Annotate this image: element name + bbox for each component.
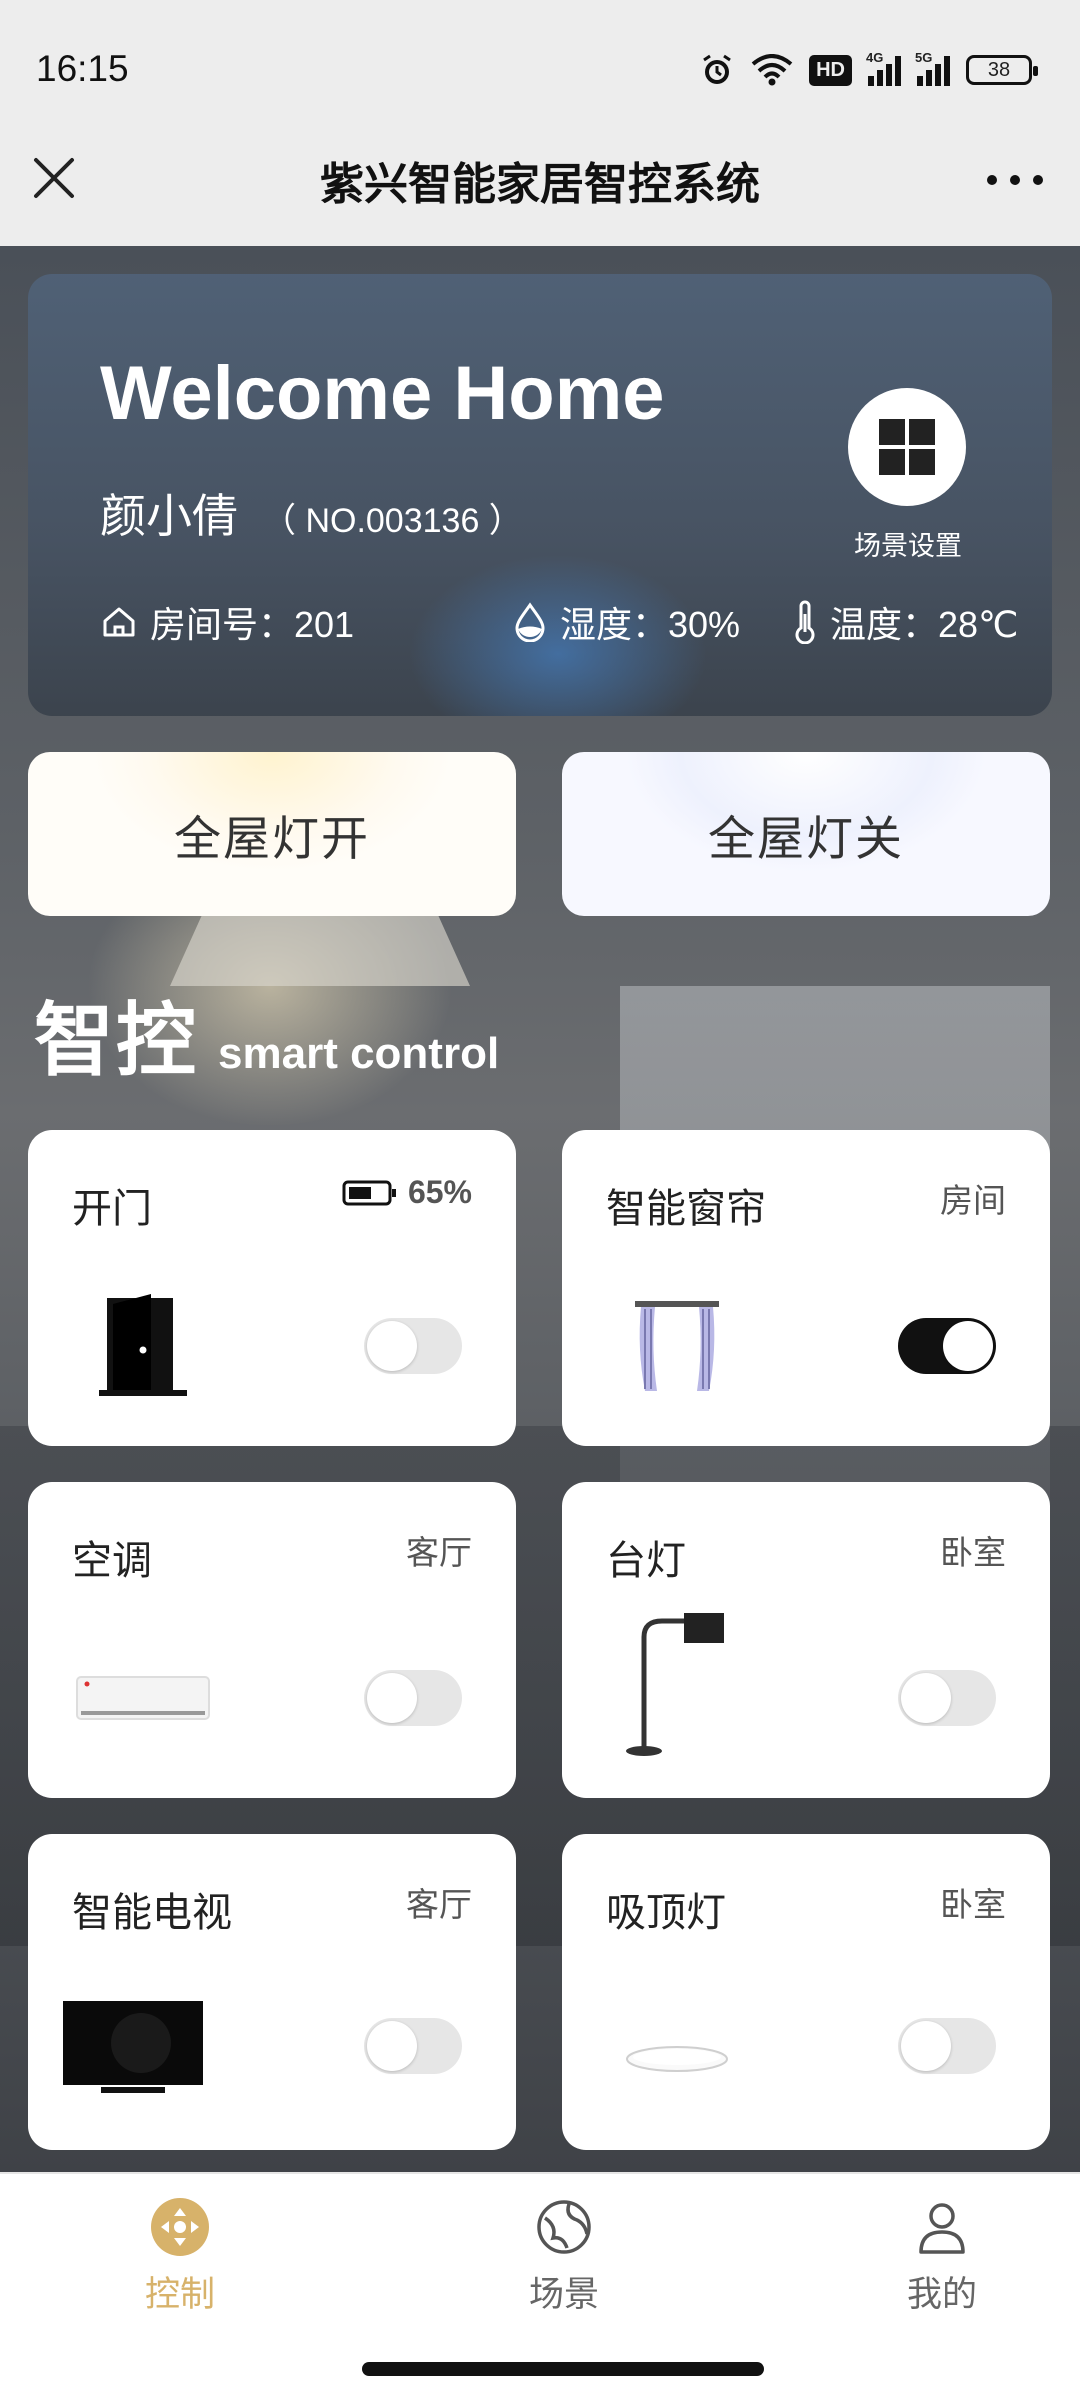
more-button[interactable] (980, 160, 1050, 200)
device-name: 空调 (72, 1539, 152, 1583)
door-battery-value: 65% (407, 1174, 472, 1210)
ac-toggle[interactable] (364, 1670, 462, 1726)
user-line: 颜小倩 （ NO.003136 ） (100, 480, 523, 546)
nav-control[interactable]: 控制 (80, 2196, 280, 2336)
grid-icon (879, 419, 935, 475)
battery-level-icon (342, 1180, 396, 1205)
alarm-icon (699, 52, 735, 88)
device-card-curtain[interactable]: 智能窗帘 房间 (562, 1130, 1050, 1446)
nav-profile-label: 我的 (906, 2275, 977, 2314)
more-dots-icon (986, 175, 997, 185)
bottom-nav: 控制 场景 我的 (0, 2172, 1080, 2400)
battery-icon: 38 (966, 55, 1038, 85)
user-number: （ NO.003136 ） (262, 502, 523, 540)
user-name: 颜小倩 (100, 490, 238, 542)
all-lights-off-button[interactable]: 全屋灯关 (562, 752, 1050, 916)
device-name: 智能窗帘 (606, 1187, 766, 1231)
temperature-info: 温度：28℃ (792, 596, 1018, 648)
device-card-ceiling-light[interactable]: 吸顶灯 卧室 (562, 1834, 1050, 2150)
nav-scene[interactable]: 场景 (464, 2196, 664, 2336)
device-name: 开门 (72, 1187, 152, 1231)
wifi-icon (751, 54, 793, 86)
room-info: 房间号：201 (100, 596, 354, 648)
control-icon (151, 2198, 209, 2256)
door-battery-indicator: 65% (342, 1174, 472, 1211)
humidity-value: 湿度：30% (560, 604, 741, 645)
temperature-value: 温度：28℃ (830, 604, 1019, 645)
water-drop-icon (515, 602, 545, 642)
home-icon (103, 607, 135, 637)
device-location: 房间 (940, 1182, 1006, 1219)
all-lights-off-label: 全屋灯关 (708, 811, 904, 865)
curtain-toggle[interactable] (898, 1318, 996, 1374)
door-toggle[interactable] (364, 1318, 462, 1374)
home-indicator[interactable] (362, 2362, 764, 2376)
all-lights-on-button[interactable]: 全屋灯开 (28, 752, 516, 916)
nav-profile[interactable]: 我的 (842, 2196, 1042, 2336)
device-card-desk-lamp[interactable]: 台灯 卧室 (562, 1482, 1050, 1798)
door-icon (68, 1280, 218, 1410)
device-location: 卧室 (940, 1886, 1006, 1923)
desk-lamp-icon (602, 1602, 752, 1762)
scene-icon (537, 2200, 591, 2254)
device-card-tv[interactable]: 智能电视 客厅 (28, 1834, 516, 2150)
section-heading: 智控 smart control (34, 976, 499, 1092)
device-card-ac[interactable]: 空调 客厅 (28, 1482, 516, 1798)
page-title: 紫兴智能家居智控系统 (320, 160, 760, 209)
signal-5g-icon: 5G (915, 50, 950, 86)
humidity-info: 湿度：30% (512, 596, 740, 648)
all-lights-on-label: 全屋灯开 (174, 811, 370, 865)
nav-control-label: 控制 (144, 2275, 215, 2314)
ceiling-light-icon (602, 1994, 752, 2124)
device-name: 吸顶灯 (606, 1891, 726, 1935)
title-bar: 紫兴智能家居智控系统 (0, 130, 1080, 246)
status-time: 16:15 (36, 48, 129, 89)
desk-lamp-toggle[interactable] (898, 1670, 996, 1726)
device-location: 客厅 (406, 1534, 472, 1571)
welcome-card: Welcome Home 颜小倩 （ NO.003136 ） 场景设置 房间号：… (28, 274, 1052, 716)
ceiling-light-toggle[interactable] (898, 2018, 996, 2074)
thermometer-icon (795, 600, 815, 644)
tv-icon (58, 1984, 208, 2114)
scene-settings-label: 场景设置 (854, 531, 962, 561)
section-title-en: smart control (218, 1029, 500, 1078)
section-title-cn: 智控 (34, 996, 198, 1085)
status-bar: 16:15 HD 4G 5G 38 (0, 0, 1080, 130)
device-location: 客厅 (406, 1886, 472, 1923)
room-number: 房间号：201 (150, 604, 355, 645)
scene-settings-button[interactable] (848, 388, 966, 506)
air-conditioner-icon (68, 1632, 218, 1762)
curtain-icon (602, 1280, 752, 1410)
device-name: 台灯 (606, 1539, 686, 1583)
device-location: 卧室 (940, 1534, 1006, 1571)
nav-scene-label: 场景 (528, 2275, 599, 2314)
tv-toggle[interactable] (364, 2018, 462, 2074)
welcome-title: Welcome Home (100, 351, 665, 436)
device-name: 智能电视 (72, 1891, 232, 1935)
status-icons: HD 4G 5G 38 (699, 50, 1038, 88)
hd-badge: HD (809, 54, 852, 86)
signal-4g-icon: 4G (866, 50, 901, 86)
device-card-door[interactable]: 开门 65% (28, 1130, 516, 1446)
profile-icon (919, 2203, 965, 2254)
